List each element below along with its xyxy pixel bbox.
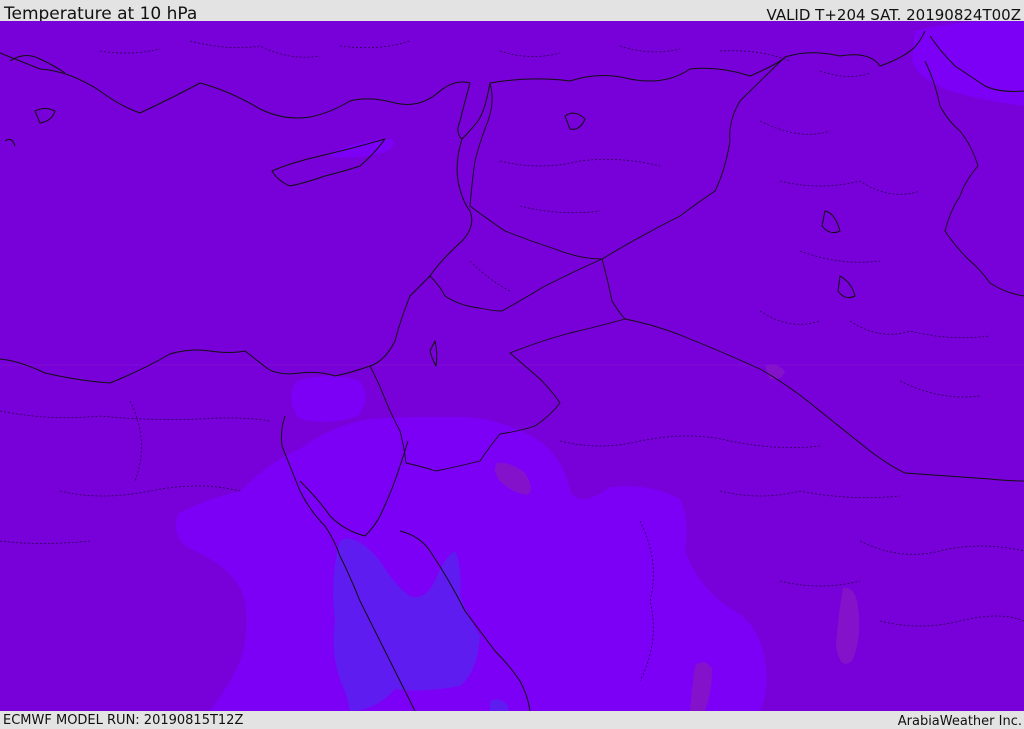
- footer-bar: ECMWF MODEL RUN: 20190815T12Z ArabiaWeat…: [0, 711, 1024, 729]
- credit-label: ArabiaWeather Inc.: [897, 714, 1022, 729]
- temperature-patch-delta: [291, 376, 366, 422]
- forecast-map-figure: Temperature at 10 hPa VALID T+204 SAT. 2…: [0, 0, 1024, 729]
- model-run-label: ECMWF MODEL RUN: 20190815T12Z: [3, 713, 244, 728]
- header-bar: Temperature at 10 hPa VALID T+204 SAT. 2…: [0, 0, 1024, 24]
- map-canvas[interactable]: [0, 21, 1024, 711]
- temperature-map-svg: [0, 21, 1024, 711]
